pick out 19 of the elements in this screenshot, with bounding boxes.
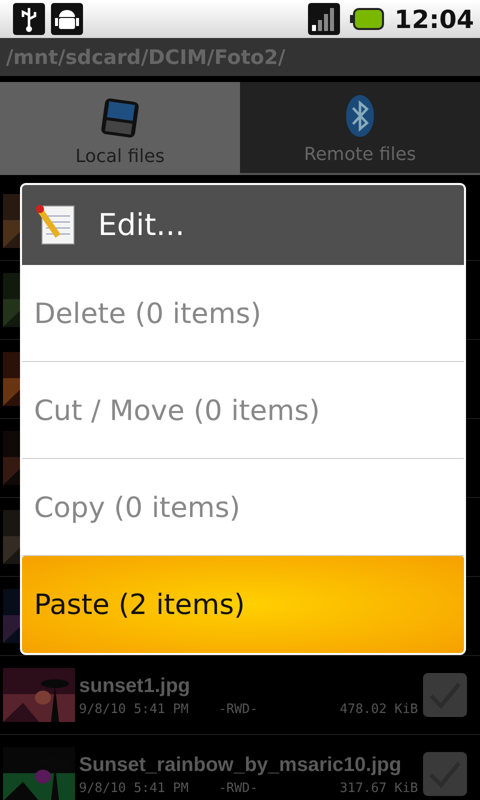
clock-time: 12:04 <box>394 4 474 34</box>
usb-icon <box>13 3 45 35</box>
file-name: Sunset_rainbow_by_msaric10.jpg <box>79 752 402 776</box>
android-icon <box>51 3 83 35</box>
checkbox[interactable] <box>422 672 468 718</box>
file-permissions: -RWD- <box>218 702 258 716</box>
file-size: 317.67 KiB <box>340 780 418 796</box>
signal-icon <box>308 3 340 35</box>
file-permissions: -RWD- <box>218 780 258 796</box>
tab[interactable]: Local files <box>0 82 240 175</box>
menu-item[interactable]: Paste (2 items) <box>22 556 464 653</box>
checkbox[interactable] <box>422 751 468 797</box>
file-date: 9/8/10 5:41 PM <box>79 702 189 716</box>
file-date: 9/8/10 5:41 PM <box>79 780 189 796</box>
file-name: sunset1.jpg <box>79 674 192 698</box>
battery-icon <box>350 8 384 30</box>
tab[interactable]: Remote files <box>240 82 480 175</box>
file-size: 478.02 KiB <box>340 702 418 716</box>
dialog-title: Edit... <box>98 208 185 242</box>
